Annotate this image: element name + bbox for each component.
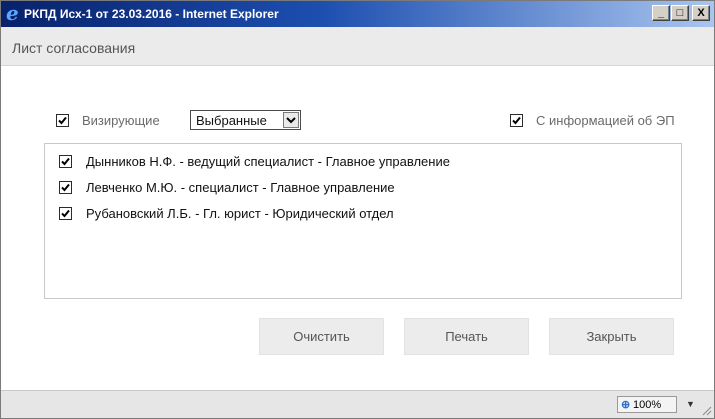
signers-checkbox[interactable] [56,114,69,127]
maximize-button[interactable]: □ [671,5,689,21]
check-icon [512,116,521,125]
window-controls: _ □ X [651,5,710,21]
item-checkbox[interactable] [59,155,72,168]
check-icon [58,116,67,125]
ie-window: e РКПД Исх-1 от 23.03.2016 - Internet Ex… [0,0,715,419]
check-icon [61,157,70,166]
item-label: Левченко М.Ю. - специалист - Главное упр… [86,180,395,195]
select-value: Выбранные [196,113,267,128]
zoom-control[interactable]: ⊕ 100% [617,396,677,413]
chevron-down-icon[interactable] [283,112,299,128]
item-label: Рубановский Л.Б. - Гл. юрист - Юридическ… [86,206,394,221]
dialog-header: Лист согласования [1,27,714,66]
zoom-icon: ⊕ [621,399,631,411]
check-icon [61,183,70,192]
print-button[interactable]: Печать [404,318,529,355]
signers-filter-select[interactable]: Выбранные [190,110,301,130]
zoom-level: 100% [633,399,662,411]
item-checkbox[interactable] [59,181,72,194]
item-checkbox[interactable] [59,207,72,220]
signers-label: Визирующие [82,113,160,128]
esig-info-checkbox[interactable] [510,114,523,127]
title-bar[interactable]: e РКПД Исх-1 от 23.03.2016 - Internet Ex… [1,1,714,27]
signers-list: Дынников Н.Ф. - ведущий специалист - Гла… [44,143,682,299]
item-label: Дынников Н.Ф. - ведущий специалист - Гла… [86,154,450,169]
close-window-button[interactable]: X [692,5,710,21]
check-icon [61,209,70,218]
esig-info-label: С информацией об ЭП [536,113,675,128]
window-title: РКПД Исх-1 от 23.03.2016 - Internet Expl… [24,7,279,21]
ie-icon: e [6,1,19,25]
close-button[interactable]: Закрыть [549,318,674,355]
zoom-dropdown-icon[interactable]: ▼ [686,399,695,409]
clear-button[interactable]: Очистить [259,318,384,355]
status-bar: ⊕ 100% ▼ [1,390,714,418]
resize-grip-icon[interactable] [700,404,712,416]
minimize-button[interactable]: _ [652,5,670,21]
dialog-title: Лист согласования [12,40,136,56]
